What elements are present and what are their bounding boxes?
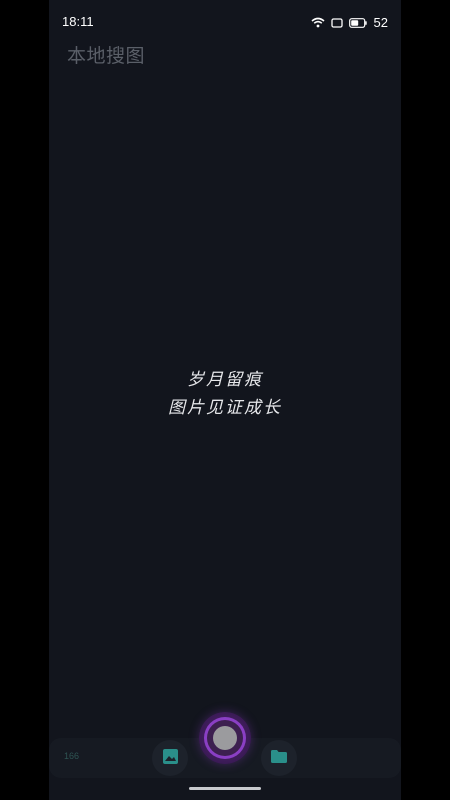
- record-button[interactable]: [199, 712, 251, 764]
- page-title: 本地搜图: [67, 45, 146, 67]
- status-icons: 52: [311, 14, 388, 30]
- battery-level: 52: [373, 14, 388, 30]
- images-button[interactable]: [152, 740, 188, 776]
- status-bar: 18:11 52: [49, 0, 401, 44]
- wifi-icon: [311, 13, 325, 32]
- sim-icon: [330, 13, 343, 32]
- nav-count-label: 166: [64, 751, 80, 761]
- folder-icon: [270, 749, 288, 768]
- record-button-ring: [204, 717, 246, 759]
- home-indicator[interactable]: [189, 787, 261, 790]
- app-screen: 18:11 52 本地搜图 岁月留痕 图片见证成长 166: [49, 0, 401, 800]
- folder-button[interactable]: [261, 740, 297, 776]
- slogan-line-1: 岁月留痕: [187, 370, 263, 390]
- status-time: 18:11: [62, 14, 94, 29]
- battery-icon: [348, 13, 367, 32]
- record-button-inner: [207, 720, 243, 756]
- slogan-line-2: 图片见证成长: [168, 398, 282, 418]
- image-icon: [162, 748, 179, 769]
- slogan: 岁月留痕 图片见证成长: [49, 366, 401, 422]
- record-button-icon: [213, 726, 237, 750]
